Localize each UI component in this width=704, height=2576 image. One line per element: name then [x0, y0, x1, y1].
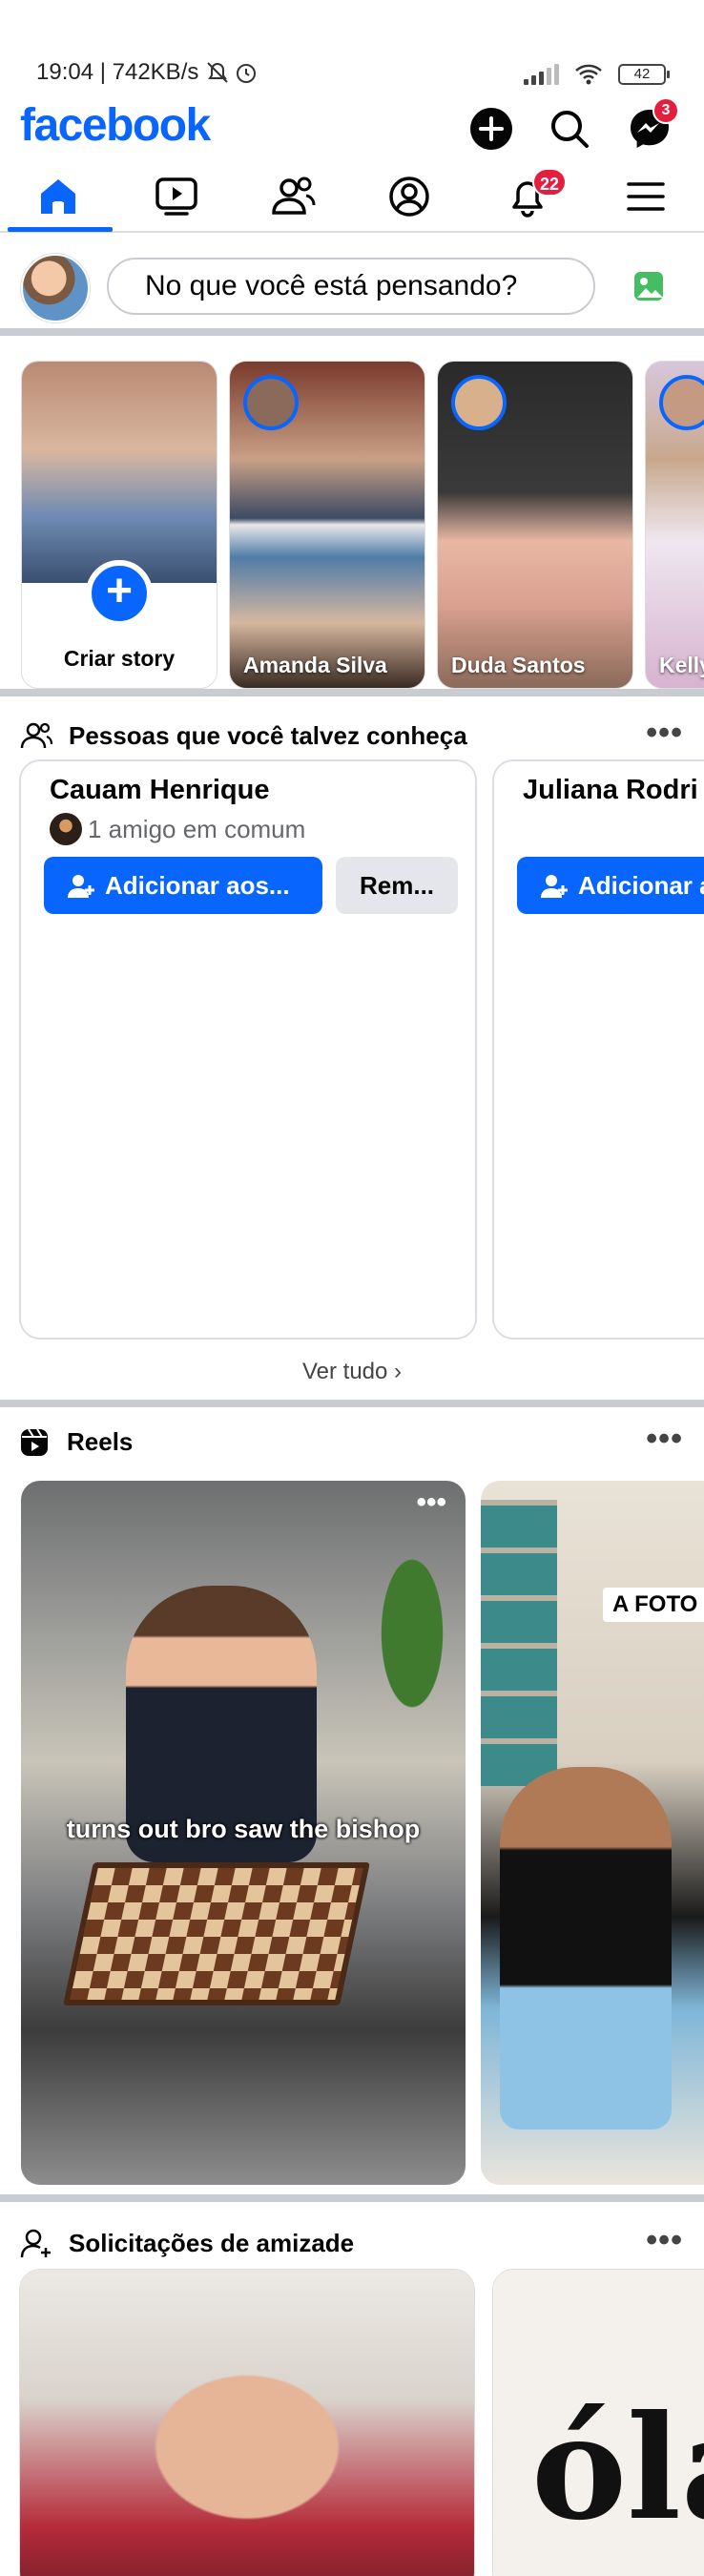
more-options-icon[interactable]: ••• [646, 1423, 683, 1455]
create-story-label: Criar story [63, 646, 176, 671]
reel-image-plant [364, 1519, 460, 1710]
add-friend-button[interactable]: Adicionar a [517, 857, 704, 914]
reels-header: Reels ••• [0, 1412, 704, 1469]
home-icon [41, 179, 75, 214]
post-composer: No que você está pensando? [0, 235, 704, 336]
my-avatar[interactable] [21, 254, 90, 322]
search-button[interactable] [546, 105, 593, 153]
add-friend-label: Adicionar aos... [105, 871, 290, 900]
status-icons: 42 [524, 63, 670, 86]
messenger-badge: 3 [652, 97, 679, 124]
people-icon [20, 722, 53, 749]
search-icon [551, 111, 589, 148]
tab-home[interactable] [15, 162, 101, 231]
active-tab-indicator [8, 227, 113, 232]
plus-circle-icon [470, 108, 512, 150]
person-card[interactable]: Cauam Henrique 1 amigo em comum Adiciona… [19, 759, 477, 1340]
story-avatar [243, 375, 299, 430]
reel-image-chessboard [63, 1862, 370, 2005]
reels-icon [21, 1428, 48, 1456]
status-time-speed: 19:04 | 742KB/s [36, 59, 199, 85]
tab-friends[interactable] [250, 162, 336, 231]
story-card[interactable]: Duda Santos [437, 361, 633, 689]
reel-caption: A FOTO [603, 1588, 704, 1622]
mutual-friend-avatar [50, 813, 82, 845]
tab-video[interactable] [134, 162, 219, 231]
story-author: Kelly [659, 653, 704, 677]
card-text: óla [531, 2384, 704, 2552]
story-avatar [659, 375, 704, 430]
main-navigation: 22 [0, 162, 704, 233]
chevron-right-icon: › [394, 1359, 403, 1384]
create-story-card[interactable]: + Criar story [21, 361, 217, 689]
story-author: Duda Santos [451, 653, 586, 677]
reel-more-icon[interactable]: ••• [416, 1488, 446, 1517]
more-options-icon[interactable]: ••• [646, 2224, 683, 2256]
mutual-friends-text: 1 amigo em comum [88, 815, 306, 843]
story-author: Amanda Silva [243, 653, 387, 677]
friend-request-photo [20, 2270, 474, 2576]
reels-title: Reels [67, 1427, 134, 1456]
create-button[interactable] [467, 105, 515, 153]
notifications-badge: 22 [532, 168, 568, 197]
story-card[interactable]: Amanda Silva [229, 361, 425, 689]
facebook-logo[interactable]: facebook [20, 99, 211, 152]
story-avatar [451, 375, 507, 430]
people-you-may-know-section: Pessoas que você talvez conheça ••• Caua… [0, 706, 704, 1407]
friend-requests-section: Solicitações de amizade ••• óla [0, 2210, 704, 2576]
person-card[interactable]: Juliana Rodri Adicionar a [492, 759, 704, 1340]
friend-request-card[interactable] [19, 2269, 475, 2576]
tab-menu[interactable] [603, 162, 689, 231]
stories-tray: + Criar story Amanda Silva Duda Santos K… [0, 343, 704, 696]
whats-on-your-mind-input[interactable]: No que você está pensando? [107, 258, 595, 315]
reel-card[interactable]: ••• turns out bro saw the bishop [21, 1481, 466, 2185]
remove-button[interactable]: Rem... [336, 857, 458, 914]
see-all-label: Ver tudo [301, 1359, 388, 1384]
add-person-icon [541, 875, 568, 898]
add-friend-button[interactable]: Adicionar aos... [44, 857, 322, 914]
video-icon [155, 177, 197, 216]
pymk-title: Pessoas que você talvez conheça [69, 721, 467, 750]
friend-requests-header: Solicitações de amizade ••• [0, 2213, 704, 2271]
person-name: Juliana Rodri [523, 775, 698, 805]
create-story-image [22, 362, 217, 583]
top-bar: facebook 3 [0, 95, 704, 162]
reel-card[interactable]: A FOTO [481, 1481, 704, 2185]
friend-request-card[interactable]: óla [492, 2269, 704, 2576]
friend-request-photo: óla [493, 2270, 704, 2576]
profile-icon [389, 177, 429, 217]
add-person-icon [68, 875, 94, 898]
mute-alarm-icons [207, 62, 256, 83]
reels-section: Reels ••• ••• turns out bro saw the bish… [0, 1412, 704, 2202]
person-name: Cauam Henrique [50, 775, 270, 805]
pymk-header: Pessoas que você talvez conheça ••• [0, 706, 704, 763]
status-bar: 19:04 | 742KB/s 42 [0, 0, 704, 95]
tab-profile[interactable] [366, 162, 452, 231]
story-card[interactable]: Kelly [645, 361, 704, 689]
see-all-link[interactable]: Ver tudo › [0, 1359, 704, 1385]
more-options-icon[interactable]: ••• [646, 717, 683, 749]
friends-icon [272, 177, 316, 215]
battery-indicator: 42 [618, 64, 670, 85]
wifi-icon [575, 64, 602, 85]
tab-notifications[interactable]: 22 [485, 162, 570, 231]
add-friend-label: Adicionar a [578, 871, 704, 900]
messenger-button[interactable]: 3 [626, 97, 679, 153]
person-add-icon [20, 2229, 51, 2258]
signal-icon [524, 64, 559, 85]
photo-icon[interactable] [632, 269, 666, 303]
reel-caption: turns out bro saw the bishop [66, 1815, 421, 1843]
hamburger-menu-icon [627, 182, 665, 211]
friend-requests-title: Solicitações de amizade [69, 2229, 355, 2257]
add-story-icon: + [86, 560, 153, 627]
reel-image-person [500, 1767, 672, 2129]
reel-image-window [481, 1500, 557, 1786]
